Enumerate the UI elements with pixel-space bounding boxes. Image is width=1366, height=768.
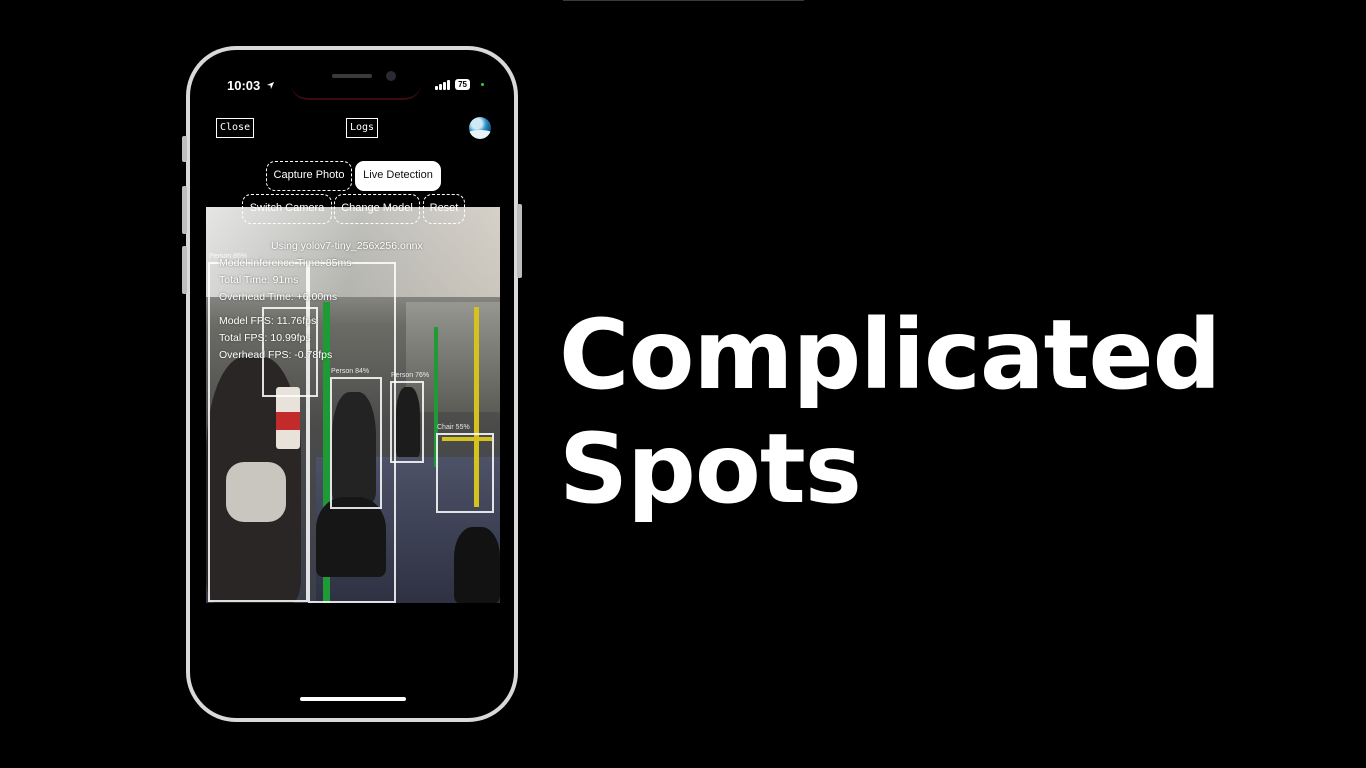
- detection-label: Person 84%: [331, 368, 370, 375]
- reset-button[interactable]: Reset: [423, 194, 465, 224]
- detection-box-chair: [436, 433, 494, 513]
- location-arrow-icon: [266, 81, 274, 90]
- headline-line-1: Complicated: [559, 299, 1221, 411]
- capture-photo-button[interactable]: Capture Photo: [266, 161, 352, 191]
- live-detection-button[interactable]: Live Detection: [355, 161, 441, 191]
- logs-button[interactable]: Logs: [346, 118, 379, 138]
- phone-volume-up: [182, 186, 187, 234]
- detection-box-person: [390, 381, 424, 463]
- overhead-time: Overhead Time: +6.00ms: [219, 291, 338, 303]
- status-time: 10:03: [227, 78, 275, 93]
- switch-camera-button[interactable]: Switch Camera: [242, 194, 332, 224]
- mic-indicator-dot: [481, 83, 484, 86]
- headline-line-2: Spots: [559, 413, 862, 525]
- phone-frame: 10:03 75 Close Logs Capture Photo Live D…: [182, 46, 522, 722]
- status-time-text: 10:03: [227, 78, 261, 93]
- battery-icon: 75: [455, 79, 470, 90]
- signal-icon: [435, 79, 451, 90]
- top-divider: [563, 0, 804, 1]
- battery-level: 75: [458, 80, 467, 89]
- home-indicator: [300, 697, 406, 701]
- close-button[interactable]: Close: [216, 118, 255, 138]
- phone-power-button: [517, 204, 522, 278]
- model-name: Using yolov7-tiny_256x256.onnx: [271, 240, 423, 252]
- phone-screen: 10:03 75 Close Logs Capture Photo Live D…: [190, 50, 514, 718]
- dynamic-island: [290, 64, 422, 100]
- change-model-button[interactable]: Change Model: [334, 194, 420, 224]
- phone-silent-switch: [182, 136, 187, 162]
- phone-volume-down: [182, 246, 187, 294]
- total-fps: Total FPS: 10.99fps: [219, 332, 311, 344]
- person-seated-right: [454, 527, 500, 603]
- front-camera: [386, 71, 396, 81]
- status-indicators: 75: [435, 79, 484, 90]
- model-fps: Model FPS: 11.76fps: [219, 315, 317, 327]
- earpiece-speaker: [332, 74, 372, 78]
- detection-label: Person 76%: [391, 372, 430, 379]
- headline: Complicated Spots: [559, 298, 1221, 526]
- total-time: Total Time: 91ms: [219, 274, 299, 286]
- detection-box-person: [330, 377, 382, 509]
- detection-label: Chair 55%: [437, 424, 470, 431]
- model-inference-time: Model Inference Time: 85ms: [219, 257, 352, 269]
- globe-icon[interactable]: [469, 117, 491, 139]
- overhead-fps: Overhead FPS: -0.78fps: [219, 349, 333, 361]
